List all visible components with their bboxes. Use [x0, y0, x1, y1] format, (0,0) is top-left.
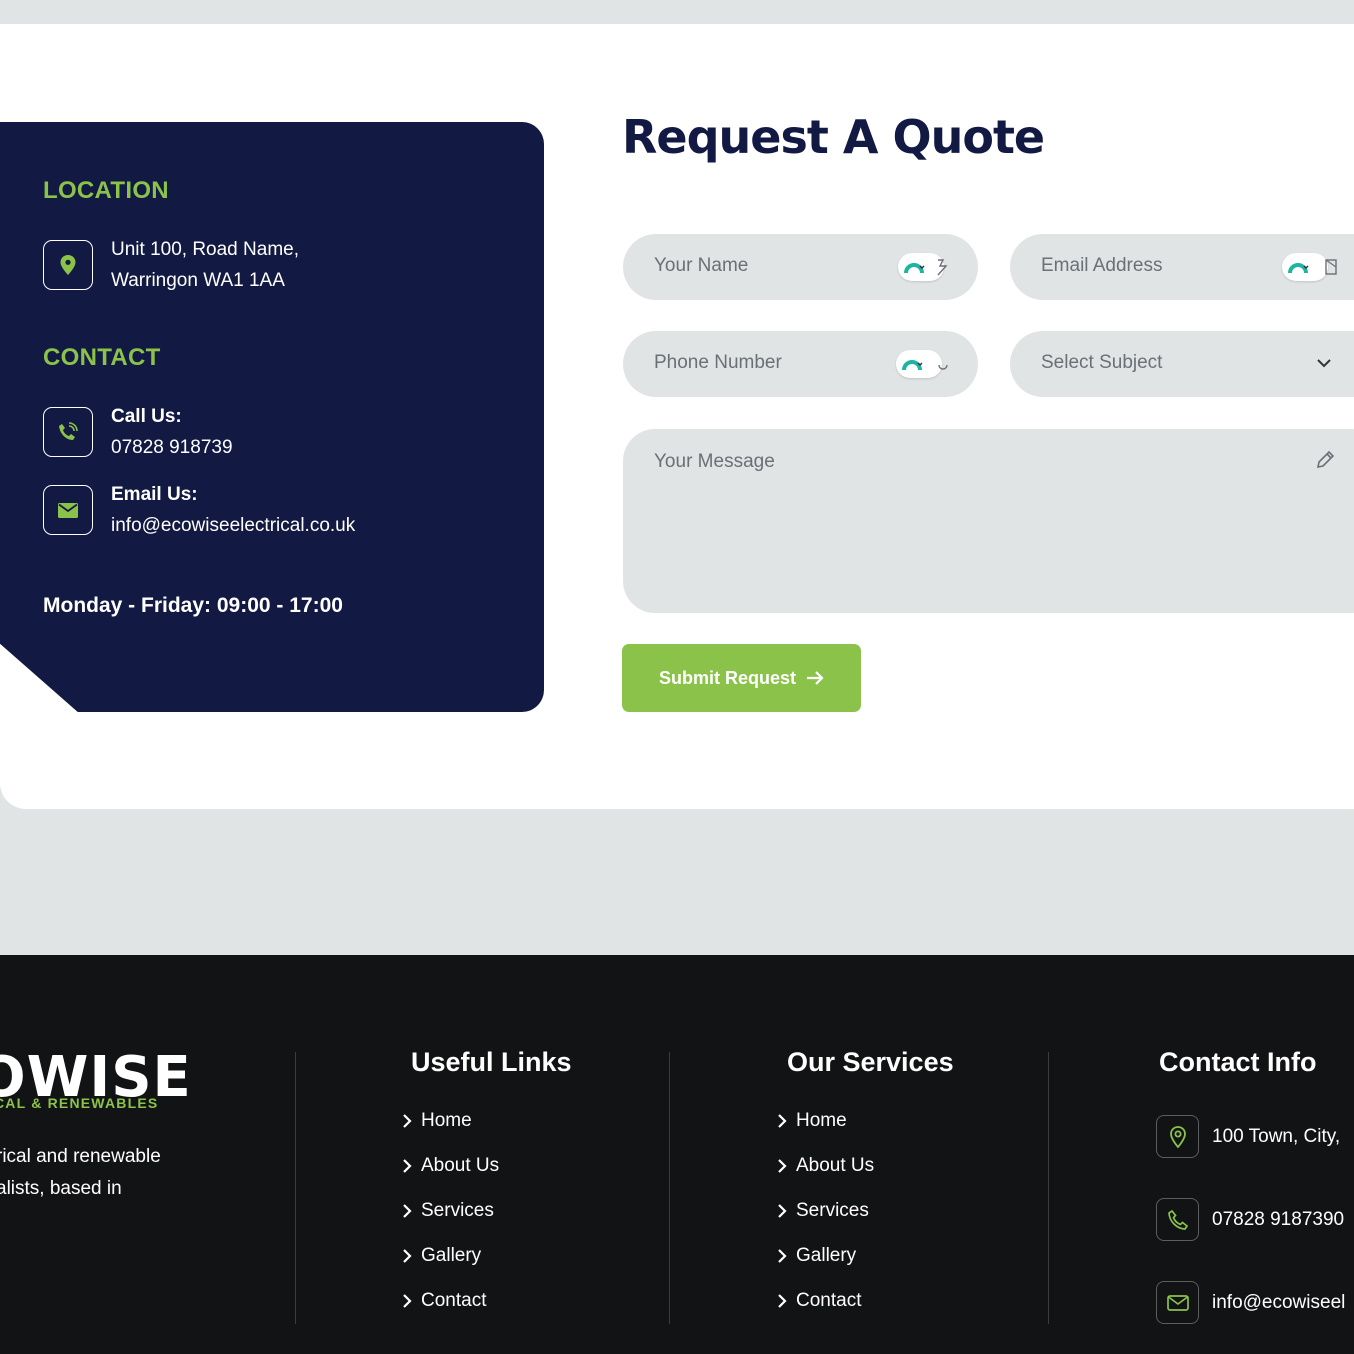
chevron-down-icon	[1317, 359, 1331, 368]
mail-field-icon	[1325, 259, 1337, 275]
link-label: Contact	[796, 1290, 862, 1311]
about-line-2: alists, based in	[0, 1178, 122, 1199]
contact-heading: CONTACT	[43, 344, 161, 371]
footer-link-services[interactable]: Services	[402, 1200, 494, 1222]
contact-info-title: Contact Info	[1159, 1047, 1317, 1077]
arrow-right-icon	[807, 671, 824, 685]
phone-icon	[59, 422, 78, 440]
chevron-right-icon	[778, 1159, 787, 1173]
link-label: Services	[796, 1200, 869, 1221]
call-icon-box	[43, 407, 93, 457]
chevron-right-icon	[778, 1204, 787, 1218]
footer-service-about[interactable]: About Us	[777, 1155, 874, 1177]
chevron-right-icon	[403, 1249, 412, 1263]
link-label: About Us	[421, 1155, 500, 1176]
address-line-2: Warringon WA1 1AA	[111, 270, 285, 291]
link-label: Services	[421, 1200, 494, 1221]
site-footer: OWISE CAL & RENEWABLES rical and renewab…	[0, 955, 1354, 1354]
footer-link-about[interactable]: About Us	[402, 1155, 499, 1177]
phone-input[interactable]: Phone Number	[623, 331, 978, 397]
submit-request-button[interactable]: Submit Request	[622, 644, 861, 712]
footer-service-services[interactable]: Services	[777, 1200, 869, 1222]
footer-divider	[295, 1052, 296, 1324]
chevron-right-icon	[778, 1294, 787, 1308]
our-services-title: Our Services	[787, 1047, 954, 1077]
location-heading: LOCATION	[43, 177, 169, 204]
call-label: Call Us:	[111, 406, 182, 427]
footer-service-home[interactable]: Home	[777, 1110, 847, 1132]
name-input[interactable]: Your Name	[623, 234, 978, 300]
phone-placeholder: Phone Number	[654, 352, 782, 373]
email-text: Email Us: info@ecowiseelectrical.co.uk	[111, 479, 355, 541]
email-icon-box	[43, 485, 93, 535]
footer-service-gallery[interactable]: Gallery	[777, 1245, 856, 1267]
footer-email[interactable]: info@ecowiseel	[1212, 1292, 1345, 1314]
phone-icon	[1167, 1209, 1188, 1230]
chevron-right-icon	[778, 1114, 787, 1128]
footer-divider	[669, 1052, 670, 1324]
address-line-1: Unit 100, Road Name,	[111, 239, 299, 260]
phone-field-icon	[938, 364, 948, 370]
password-manager-icon[interactable]	[1282, 253, 1328, 281]
contact-info-panel: LOCATION Unit 100, Road Name, Warringon …	[0, 122, 544, 712]
map-pin-icon	[1169, 1125, 1186, 1148]
envelope-icon	[1166, 1294, 1189, 1311]
about-line-1: rical and renewable	[0, 1146, 161, 1167]
footer-link-gallery[interactable]: Gallery	[402, 1245, 481, 1267]
footer-phone[interactable]: 07828 9187390	[1212, 1209, 1344, 1231]
address-text: Unit 100, Road Name, Warringon WA1 1AA	[111, 234, 299, 296]
link-label: Gallery	[796, 1245, 857, 1266]
footer-logo-tagline: CAL & RENEWABLES	[0, 1095, 159, 1111]
link-label: Home	[796, 1110, 847, 1131]
email-input[interactable]: Email Address	[1010, 234, 1354, 300]
panel-corner-cut	[0, 642, 80, 712]
envelope-icon	[58, 502, 78, 518]
footer-divider	[1048, 1052, 1049, 1324]
useful-links-title: Useful Links	[411, 1047, 572, 1077]
footer-phone-icon-box	[1156, 1198, 1199, 1241]
link-label: Contact	[421, 1290, 487, 1311]
pencil-icon	[1316, 450, 1335, 469]
footer-service-contact[interactable]: Contact	[777, 1290, 861, 1312]
footer-about-text: rical and renewable alists, based in	[0, 1141, 256, 1205]
email-label: Email Us:	[111, 484, 198, 505]
footer-location-icon-box	[1156, 1115, 1199, 1158]
footer-link-home[interactable]: Home	[402, 1110, 472, 1132]
name-placeholder: Your Name	[654, 255, 749, 276]
opening-hours: Monday - Friday: 09:00 - 17:00	[43, 594, 343, 617]
link-label: About Us	[796, 1155, 875, 1176]
chevron-right-icon	[403, 1114, 412, 1128]
footer-email-icon-box	[1156, 1281, 1199, 1324]
link-label: Home	[421, 1110, 472, 1131]
map-pin-icon	[60, 255, 76, 275]
submit-label: Submit Request	[658, 667, 796, 688]
footer-address: 100 Town, City,	[1212, 1126, 1341, 1147]
top-strip	[0, 0, 1354, 24]
footer-link-contact[interactable]: Contact	[402, 1290, 486, 1312]
form-title: Request A Quote	[622, 110, 1045, 164]
message-placeholder: Your Message	[654, 451, 775, 472]
chevron-right-icon	[403, 1294, 412, 1308]
call-number[interactable]: 07828 918739	[111, 437, 233, 458]
chevron-right-icon	[778, 1249, 787, 1263]
call-text: Call Us: 07828 918739	[111, 401, 233, 463]
subject-select[interactable]: Select Subject	[1010, 331, 1354, 397]
email-placeholder: Email Address	[1041, 255, 1163, 276]
password-manager-icon[interactable]	[896, 350, 942, 378]
email-address[interactable]: info@ecowiseelectrical.co.uk	[111, 515, 355, 536]
link-label: Gallery	[421, 1245, 482, 1266]
message-textarea[interactable]: Your Message	[623, 429, 1354, 613]
location-icon-box	[43, 240, 93, 290]
chevron-right-icon	[403, 1204, 412, 1218]
chevron-right-icon	[403, 1159, 412, 1173]
subject-selected-value: Select Subject	[1041, 352, 1163, 373]
user-icon	[937, 259, 948, 276]
